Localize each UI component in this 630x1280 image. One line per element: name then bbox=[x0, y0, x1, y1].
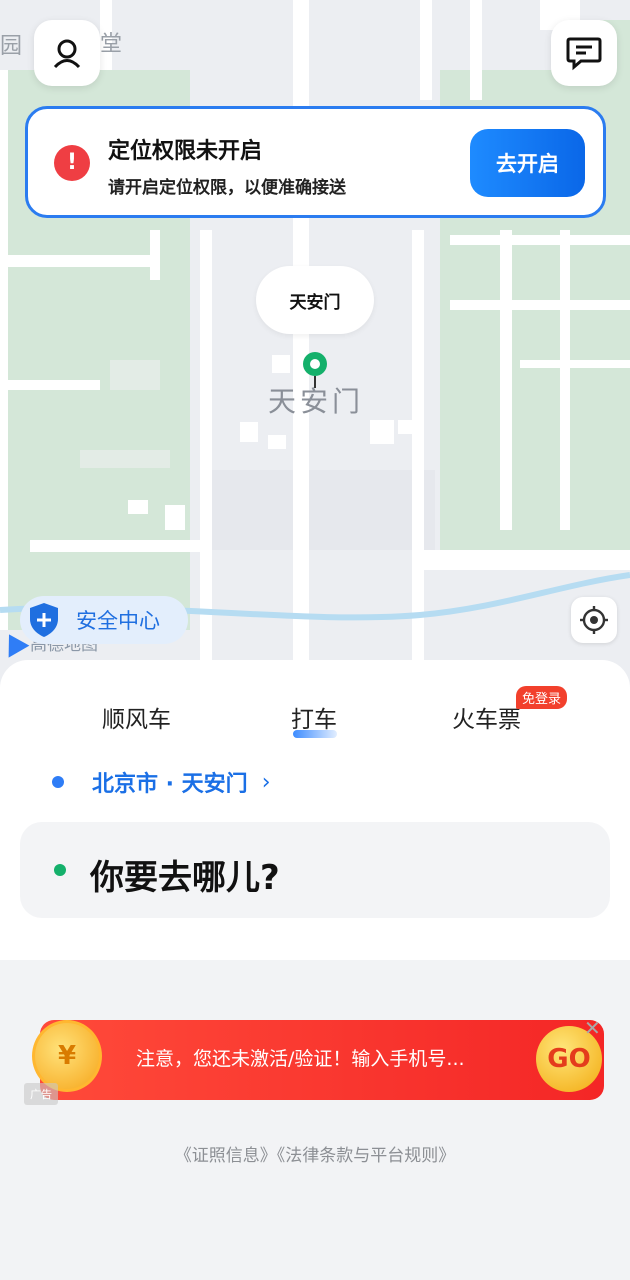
safety-center-label: 安全中心 bbox=[76, 609, 160, 633]
enable-location-button[interactable]: 去开启 bbox=[470, 129, 585, 197]
map-text-corner-right: 堂 bbox=[100, 32, 123, 57]
ad-text: 注意，您还未激活/验证！输入手机号... bbox=[136, 1048, 465, 1070]
crosshair-icon bbox=[580, 606, 608, 634]
active-tab-indicator bbox=[293, 730, 337, 738]
location-permission-card: ! 定位权限未开启 请开启定位权限，以便准确接送 去开启 bbox=[25, 106, 606, 218]
pickup-point-bubble[interactable]: 天安门 bbox=[256, 266, 374, 334]
permission-title: 定位权限未开启 bbox=[108, 139, 263, 164]
profile-button[interactable] bbox=[34, 20, 100, 86]
location-pin-icon bbox=[303, 352, 327, 388]
permission-subtitle: 请开启定位权限，以便准确接送 bbox=[108, 178, 346, 198]
chat-icon bbox=[566, 37, 602, 71]
origin-selector[interactable]: 北京市 · 天安门 › bbox=[52, 766, 271, 798]
coin-icon: ¥ bbox=[32, 1020, 102, 1092]
close-icon[interactable]: ✕ bbox=[584, 1016, 601, 1040]
tab-carpool[interactable]: 顺风车 bbox=[102, 700, 171, 734]
user-icon bbox=[53, 39, 81, 69]
locate-me-button[interactable] bbox=[571, 597, 617, 643]
tab-train-ticket[interactable]: 火车票 bbox=[452, 700, 521, 734]
tab-taxi[interactable]: 打车 bbox=[291, 700, 337, 738]
safety-center-button[interactable]: 安全中心 bbox=[20, 596, 188, 644]
ad-banner[interactable]: 注意，您还未激活/验证！输入手机号... bbox=[40, 1020, 604, 1100]
warning-icon: ! bbox=[54, 145, 90, 181]
map-text-corner-left: 园 bbox=[0, 34, 23, 59]
map-view[interactable]: 园 堂 天安门 高德地图 ! 定位权限未开启 请开启定位权限，以便准确接送 去开… bbox=[0, 0, 630, 700]
chevron-right-icon: › bbox=[261, 769, 271, 795]
shield-icon bbox=[20, 596, 68, 644]
ad-tag: 广告 bbox=[24, 1083, 58, 1105]
login-free-badge: 免登录 bbox=[516, 686, 568, 709]
ride-panel: 顺风车 打车 火车票 免登录 北京市 · 天安门 › 你要去哪儿? bbox=[0, 660, 630, 960]
destination-placeholder: 你要去哪儿? bbox=[90, 858, 280, 898]
destination-dot-icon bbox=[54, 864, 66, 876]
legal-links[interactable]: 《证照信息》《法律条款与平台规则》 bbox=[0, 1141, 630, 1166]
origin-dot-icon bbox=[52, 776, 64, 788]
message-button[interactable] bbox=[551, 20, 617, 86]
destination-input[interactable]: 你要去哪儿? bbox=[20, 822, 610, 918]
origin-label: 北京市 · 天安门 bbox=[92, 772, 248, 797]
